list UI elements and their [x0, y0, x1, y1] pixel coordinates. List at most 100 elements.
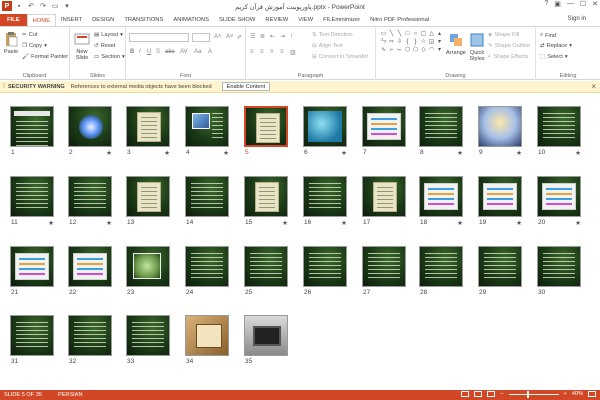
increase-font-icon[interactable]: A˄: [214, 34, 222, 40]
slide-preview-image[interactable]: [68, 315, 112, 356]
shapes-gallery[interactable]: ▭ ╲ ╲ □ ○ ▢ △ ▴ ㄣ ⇨ ⇩{} ☆ ◲ ▾ ∿ ⌐ ⌙ ⬡ ⬠ ◇ ◠ ▾: [380, 31, 442, 61]
text-box-shape-icon[interactable]: ▭: [380, 31, 387, 38]
arrange-button[interactable]: Arrange: [446, 32, 466, 56]
shape-fill-button[interactable]: ◈ Shape Fill: [488, 32, 519, 38]
rounded-rect-shape-icon[interactable]: ▢: [420, 31, 427, 38]
callout-shape-icon[interactable]: ◲: [428, 39, 435, 46]
slide-preview-image[interactable]: [244, 106, 288, 147]
zoom-slider[interactable]: [508, 390, 559, 398]
animation-star-icon[interactable]: ★: [457, 149, 463, 157]
slide-thumbnail[interactable]: 16 ★: [303, 176, 347, 232]
slide-preview-image[interactable]: [68, 176, 112, 217]
justify-icon[interactable]: ≡: [280, 49, 284, 55]
animation-star-icon[interactable]: ★: [164, 149, 170, 157]
slide-thumbnail[interactable]: 24: [185, 246, 229, 302]
animation-star-icon[interactable]: ★: [48, 219, 54, 227]
animation-star-icon[interactable]: ★: [575, 219, 581, 227]
bold-icon[interactable]: B: [130, 49, 134, 55]
animation-star-icon[interactable]: ★: [341, 149, 347, 157]
slide-thumbnail[interactable]: 25: [244, 246, 288, 302]
slide-thumbnail[interactable]: 8 ★: [419, 106, 463, 162]
new-slide-button[interactable]: New Slide: [72, 31, 92, 61]
slide-preview-image[interactable]: [10, 246, 54, 287]
slide-thumbnail[interactable]: 35: [244, 315, 288, 371]
slide-preview-image[interactable]: [126, 176, 170, 217]
slide-preview-image[interactable]: [419, 246, 463, 287]
tab-animations[interactable]: ANIMATIONS: [168, 14, 214, 26]
language-indicator[interactable]: PERSIAN: [58, 392, 83, 398]
slide-thumbnail[interactable]: 28: [419, 246, 463, 302]
slide-thumbnail[interactable]: 27: [362, 246, 406, 302]
animation-star-icon[interactable]: ★: [106, 219, 112, 227]
layout-button[interactable]: ▤ Layout ▾: [94, 32, 123, 38]
paste-button[interactable]: Paste: [3, 31, 19, 55]
ribbon-display-icon[interactable]: ▣: [554, 0, 561, 8]
slide-thumbnail[interactable]: 6 ★: [303, 106, 347, 162]
slide-preview-image[interactable]: [10, 176, 54, 217]
slide-preview-image[interactable]: [244, 246, 288, 287]
enable-content-button[interactable]: Enable Content: [221, 82, 271, 91]
slide-thumbnail[interactable]: 34: [185, 315, 229, 371]
slide-thumbnail[interactable]: 19 ★: [478, 176, 522, 232]
align-center-icon[interactable]: ≡: [260, 49, 264, 55]
slide-thumbnail[interactable]: 4 ★: [185, 106, 229, 162]
arc-shape-icon[interactable]: ◠: [428, 47, 435, 54]
shape-effects-button[interactable]: ◐ Shape Effects: [488, 54, 528, 60]
connector-shape-icon[interactable]: ⌐: [388, 47, 395, 54]
slide-preview-image[interactable]: [419, 106, 463, 147]
align-right-icon[interactable]: ≡: [270, 49, 274, 55]
minimize-icon[interactable]: —: [567, 0, 574, 8]
tab-review[interactable]: REVIEW: [260, 14, 293, 26]
animation-star-icon[interactable]: ★: [575, 149, 581, 157]
slide-thumbnail[interactable]: 26: [303, 246, 347, 302]
fit-to-window-icon[interactable]: [588, 391, 596, 397]
slide-preview-image[interactable]: [126, 106, 170, 147]
numbering-icon[interactable]: ≣: [260, 33, 265, 40]
slide-preview-image[interactable]: [10, 106, 54, 147]
italic-icon[interactable]: I: [139, 49, 141, 55]
tab-nitro-pdf[interactable]: Nitro PDF Professional: [365, 14, 434, 26]
more-shapes-icon[interactable]: ▾: [436, 39, 443, 46]
animation-star-icon[interactable]: ★: [282, 219, 288, 227]
slide-thumbnail[interactable]: 9 ★: [478, 106, 522, 162]
font-color-icon[interactable]: A: [208, 49, 212, 55]
help-icon[interactable]: ?: [544, 0, 548, 8]
shadow-icon[interactable]: S: [156, 49, 160, 55]
slide-thumbnail[interactable]: 11 ★: [10, 176, 54, 232]
animation-star-icon[interactable]: ★: [457, 219, 463, 227]
font-name-select[interactable]: [129, 33, 189, 42]
bullets-icon[interactable]: ☰: [250, 33, 255, 40]
line-shape-icon[interactable]: ㄣ: [380, 39, 387, 46]
animation-star-icon[interactable]: ★: [223, 149, 229, 157]
tab-transitions[interactable]: TRANSITIONS: [119, 14, 168, 26]
star-shape-icon[interactable]: ☆: [420, 39, 427, 46]
slide-preview-image[interactable]: [126, 315, 170, 356]
decrease-indent-icon[interactable]: ⇤: [270, 33, 275, 40]
gallery-expand-icon[interactable]: ▾: [436, 47, 443, 54]
reset-button[interactable]: ↺ Reset: [94, 43, 115, 49]
curve-shape-icon[interactable]: ∿: [380, 47, 387, 54]
animation-star-icon[interactable]: ★: [341, 219, 347, 227]
slide-thumbnail[interactable]: 3 ★: [126, 106, 170, 162]
pentagon-shape-icon[interactable]: ⬠: [412, 47, 419, 54]
char-spacing-icon[interactable]: AV: [180, 49, 188, 55]
slide-preview-image[interactable]: [303, 246, 347, 287]
tab-home[interactable]: HOME: [26, 14, 56, 26]
slide-thumbnail[interactable]: 14: [185, 176, 229, 232]
slide-thumbnail[interactable]: 7: [362, 106, 406, 162]
slide-preview-image[interactable]: [185, 106, 229, 147]
increase-indent-icon[interactable]: ⇥: [280, 33, 285, 40]
diamond-shape-icon[interactable]: ◇: [420, 47, 427, 54]
slide-thumbnail[interactable]: 21: [10, 246, 54, 302]
zoom-slider-thumb[interactable]: [526, 390, 529, 398]
slide-preview-image[interactable]: [362, 176, 406, 217]
replace-button[interactable]: ⇄ Replace ▾: [540, 43, 572, 49]
sign-in-link[interactable]: Sign in: [568, 16, 586, 22]
slide-thumbnail[interactable]: 17: [362, 176, 406, 232]
slide-thumbnail[interactable]: 5: [244, 106, 288, 162]
arrow-shape-icon[interactable]: ⇨: [388, 39, 395, 46]
slide-preview-image[interactable]: [185, 315, 229, 356]
brace-shape-icon[interactable]: }: [412, 39, 419, 46]
brace-shape-icon[interactable]: {: [404, 39, 411, 46]
slide-preview-image[interactable]: [68, 106, 112, 147]
